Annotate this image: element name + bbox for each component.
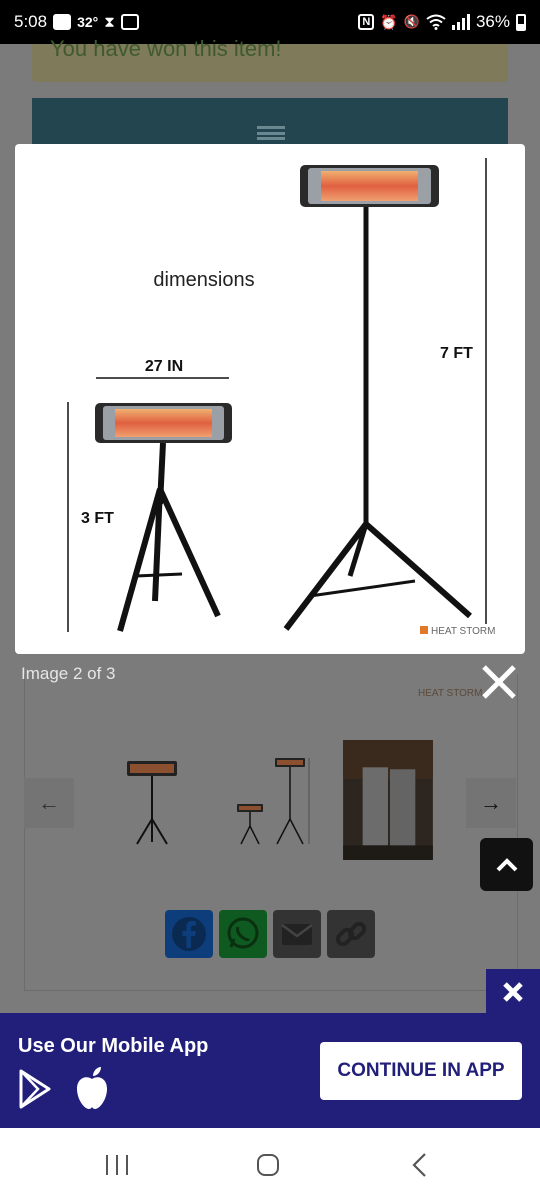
banner-close-button[interactable] bbox=[486, 969, 540, 1015]
lightbox-close-button[interactable] bbox=[480, 663, 518, 701]
thumbnail-1[interactable] bbox=[115, 744, 187, 864]
wifi-icon bbox=[426, 14, 446, 30]
won-message: You have won this item! bbox=[50, 36, 282, 61]
status-time: 5:08 bbox=[14, 12, 48, 31]
email-share-button[interactable] bbox=[273, 910, 321, 958]
brand-label: HEAT STORM bbox=[431, 626, 495, 637]
battery-icon bbox=[516, 13, 526, 31]
home-button[interactable] bbox=[256, 1153, 280, 1177]
back-to-top-button[interactable] bbox=[480, 838, 533, 891]
link-icon bbox=[335, 921, 367, 947]
signal-icon bbox=[451, 14, 470, 30]
arrow-left-icon: ← bbox=[38, 790, 60, 815]
continue-in-app-button[interactable]: CONTINUE IN APP bbox=[320, 1042, 522, 1100]
app-notification-icon bbox=[53, 14, 72, 30]
mute-icon: 🔇 bbox=[403, 14, 420, 29]
tall-height-label: 7 FT bbox=[440, 345, 473, 362]
tall-heater bbox=[283, 165, 472, 631]
hourglass-icon: ⧗ bbox=[104, 13, 115, 31]
brand-logo-icon bbox=[420, 626, 428, 634]
google-play-icon[interactable] bbox=[18, 1069, 52, 1109]
close-icon bbox=[503, 982, 523, 1002]
facebook-icon bbox=[172, 917, 206, 951]
recent-apps-button[interactable] bbox=[104, 1154, 130, 1176]
image-title: dimensions bbox=[153, 269, 254, 291]
status-temperature: 32° bbox=[77, 14, 99, 30]
copy-link-button[interactable] bbox=[327, 910, 375, 958]
email-icon bbox=[281, 923, 313, 945]
gallery-prev-button[interactable]: ← bbox=[24, 778, 74, 828]
gallery-next-button[interactable]: → bbox=[466, 778, 516, 828]
brand-watermark-behind: HEAT STORM bbox=[418, 688, 483, 699]
close-icon bbox=[482, 665, 516, 699]
back-button[interactable] bbox=[410, 1152, 428, 1178]
app-banner: Use Our Mobile App CONTINUE IN APP bbox=[0, 1013, 540, 1128]
arrow-right-icon: → bbox=[480, 790, 502, 815]
thumbnail-2[interactable] bbox=[225, 744, 315, 864]
menu-icon[interactable] bbox=[257, 126, 285, 140]
short-height-label: 3 FT bbox=[81, 510, 114, 527]
heater-dimensions-image: dimensions 27 IN 3 FT 7 FT HEAT STORM bbox=[67, 158, 495, 637]
app-banner-title: Use Our Mobile App bbox=[18, 1035, 209, 1057]
facebook-share-button[interactable] bbox=[165, 910, 213, 958]
whatsapp-share-button[interactable] bbox=[219, 910, 267, 958]
gallery-notification-icon bbox=[120, 14, 139, 30]
battery-percent: 36% bbox=[475, 12, 510, 31]
nfc-icon: N bbox=[358, 14, 375, 30]
width-label: 27 IN bbox=[145, 358, 183, 375]
short-heater bbox=[95, 403, 232, 632]
image-caption: Image 2 of 3 bbox=[21, 664, 116, 683]
chevron-up-icon bbox=[496, 857, 517, 871]
thumbnail-3[interactable] bbox=[342, 740, 434, 860]
system-navigation-bar bbox=[0, 1128, 540, 1200]
apple-store-icon[interactable] bbox=[72, 1065, 112, 1111]
whatsapp-icon bbox=[227, 917, 259, 949]
lightbox-image: dimensions 27 IN 3 FT 7 FT HEAT STORM bbox=[15, 144, 525, 654]
alarm-icon: ⏰ bbox=[380, 13, 398, 30]
